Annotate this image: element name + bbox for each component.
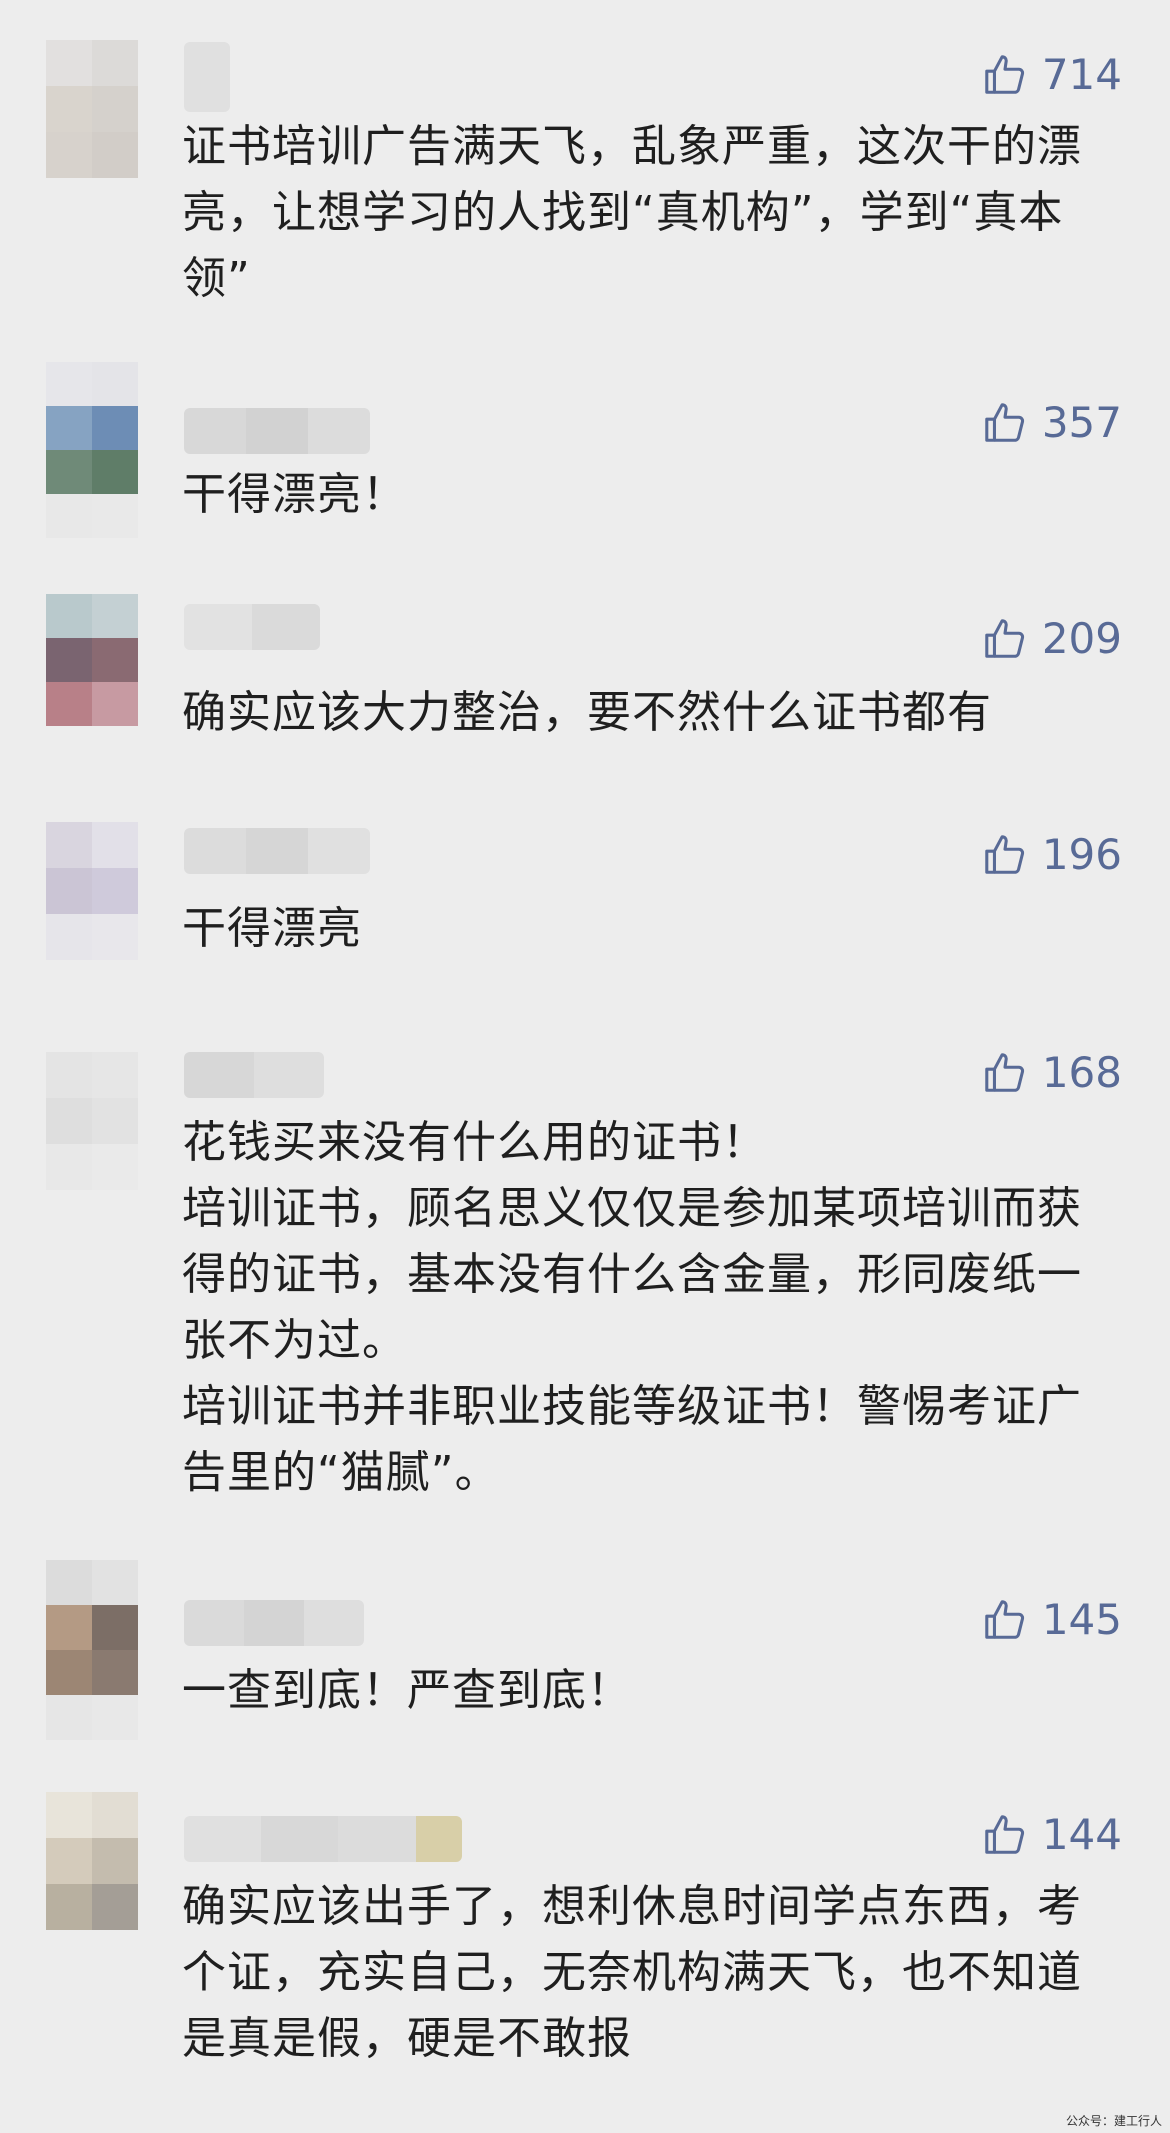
comment-text: 花钱买来没有什么用的证书！ 培训证书，顾名思义仅仅是参加某项培训而获得的证书，基… xyxy=(182,1117,1082,1498)
like-button[interactable]: 145 xyxy=(982,1595,1122,1644)
username-blurred[interactable] xyxy=(184,1600,364,1646)
comment-text: 证书培训广告满天飞，乱象严重，这次干的漂亮，让想学习的人找到“真机构”，学到“真… xyxy=(182,121,1082,304)
comment-text: 确实应该大力整治，要不然什么证书都有 xyxy=(182,687,992,738)
thumbs-up-icon xyxy=(985,1599,1024,1639)
avatar[interactable] xyxy=(46,362,138,538)
username-blurred[interactable] xyxy=(184,828,370,874)
avatar[interactable] xyxy=(46,40,138,178)
thumbs-up-icon xyxy=(985,54,1024,94)
like-button[interactable]: 168 xyxy=(982,1048,1122,1097)
comment-text: 干得漂亮！ xyxy=(182,469,407,520)
like-count: 209 xyxy=(1041,614,1122,663)
avatar[interactable] xyxy=(46,1052,138,1190)
avatar[interactable] xyxy=(46,594,138,726)
like-button[interactable]: 196 xyxy=(982,830,1122,879)
like-count: 357 xyxy=(1041,398,1122,447)
thumbs-up-icon xyxy=(985,1814,1024,1854)
comment-text: 确实应该出手了，想利休息时间学点东西，考个证，充实自己，无奈机构满天飞，也不知道… xyxy=(182,1881,1082,2064)
avatar[interactable] xyxy=(46,1560,138,1740)
username-blurred[interactable] xyxy=(184,604,320,650)
thumbs-up-icon xyxy=(985,834,1024,874)
avatar[interactable] xyxy=(46,822,138,960)
like-count: 144 xyxy=(1041,1810,1122,1859)
like-button[interactable]: 357 xyxy=(982,398,1122,447)
username-blurred[interactable] xyxy=(184,42,230,112)
comment-text: 一查到底！严查到底！ xyxy=(182,1665,632,1716)
like-count: 196 xyxy=(1041,830,1122,879)
like-button[interactable]: 144 xyxy=(982,1810,1122,1859)
like-button[interactable]: 209 xyxy=(982,614,1122,663)
avatar[interactable] xyxy=(46,1792,138,1930)
thumbs-up-icon xyxy=(985,618,1024,658)
username-blurred[interactable] xyxy=(184,408,370,454)
like-count: 168 xyxy=(1041,1048,1122,1097)
comment-text: 干得漂亮 xyxy=(182,903,362,954)
watermark: 公众号：建工行人 xyxy=(1065,2114,1162,2128)
like-count: 145 xyxy=(1041,1595,1122,1644)
like-button[interactable]: 714 xyxy=(982,50,1122,99)
thumbs-up-icon xyxy=(985,1052,1024,1092)
username-blurred[interactable] xyxy=(184,1816,462,1862)
username-blurred[interactable] xyxy=(184,1052,324,1098)
thumbs-up-icon xyxy=(985,402,1024,442)
like-count: 714 xyxy=(1041,50,1122,99)
